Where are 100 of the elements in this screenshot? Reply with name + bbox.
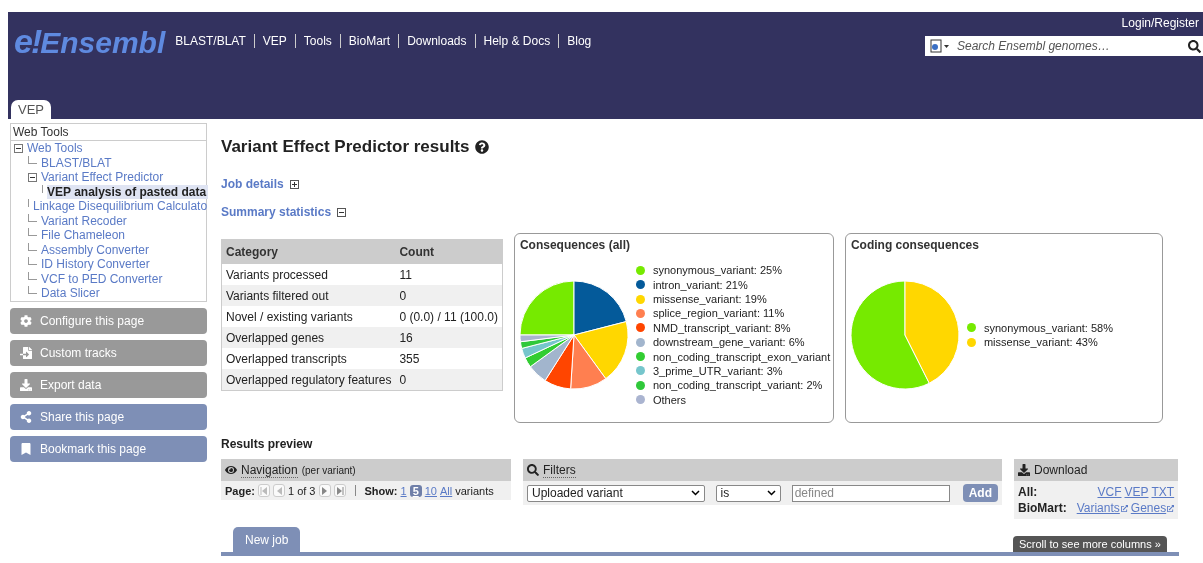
legend-label: NMD_transcript_variant: 8%	[652, 321, 791, 334]
next-page-icon[interactable]	[318, 484, 331, 497]
unit-label: variants	[455, 484, 494, 497]
field-select[interactable]: Uploaded variant	[527, 484, 705, 502]
eye-icon	[225, 464, 237, 476]
species-dropdown-icon[interactable]	[929, 39, 951, 53]
search-icon	[527, 464, 539, 476]
tree-item[interactable]: Assembly Converter	[41, 242, 152, 257]
page-title: Variant Effect Predictor results	[221, 137, 470, 157]
table-cell: 16	[395, 327, 503, 348]
value-field[interactable]: defined	[791, 484, 950, 502]
new-job-button[interactable]: New job	[233, 527, 301, 552]
section-link[interactable]: Job details	[221, 177, 284, 191]
collapse-icon[interactable]	[337, 207, 347, 217]
sidebar-action-button[interactable]: Bookmark this page	[10, 435, 207, 462]
nav-link[interactable]: Blog	[558, 34, 600, 48]
legend-label: non_coding_transcript_exon_variant	[652, 350, 831, 363]
table-cell: Overlapped regulatory features	[221, 369, 396, 391]
table-cell: 0	[395, 285, 503, 306]
legend-label: splice_region_variant: 11%	[652, 307, 785, 320]
section-heading: Results preview	[221, 437, 314, 451]
panel-note: (per variant)	[301, 464, 356, 476]
section-link[interactable]: Summary statistics	[221, 205, 332, 219]
page-size-link[interactable]: 10	[424, 484, 437, 497]
gear-icon	[20, 314, 32, 327]
operator-select[interactable]: is	[715, 484, 781, 502]
column-header: Category	[221, 239, 396, 264]
bookmark-icon	[20, 442, 32, 455]
page-label: Page:	[225, 484, 255, 497]
panel-title: Web Tools	[11, 124, 206, 141]
legend-label: synonymous_variant: 58%	[983, 321, 1113, 334]
legend-label: non_coding_transcript_variant: 2%	[652, 379, 823, 392]
download-icon	[1018, 464, 1030, 476]
share-icon	[20, 410, 32, 423]
page-size-link[interactable]: 1	[400, 484, 407, 497]
page-size-link[interactable]: 5	[409, 484, 422, 497]
table-cell: 0	[395, 369, 503, 391]
nav-link[interactable]: BLAST/BLAT	[175, 34, 254, 48]
download-icon	[20, 378, 32, 391]
page-size-link[interactable]: All	[440, 484, 453, 497]
row-label: BioMart:	[1018, 501, 1067, 515]
tree-item[interactable]: Variant Recoder	[41, 213, 129, 228]
tree-item[interactable]: BLAST/BLAT	[41, 155, 114, 170]
collapse-icon[interactable]	[28, 172, 37, 182]
tree-item[interactable]: Web Tools	[27, 141, 85, 156]
tree-item[interactable]: ID History Converter	[41, 257, 152, 272]
chart-title: Coding consequences	[850, 238, 980, 252]
table-cell: Variants filtered out	[221, 285, 396, 306]
tree-item[interactable]: Data Slicer	[41, 286, 102, 301]
legend-label: downstream_gene_variant: 6%	[652, 336, 805, 349]
legend-label: missense_variant: 19%	[652, 293, 767, 305]
table-cell: Novel / existing variants	[221, 306, 396, 327]
legend-label: missense_variant: 43%	[983, 336, 1098, 349]
expand-icon[interactable]	[289, 179, 299, 189]
page-counter: 1 of 3	[287, 484, 316, 497]
help-icon[interactable]	[475, 140, 490, 154]
table-cell: Overlapped transcripts	[221, 348, 396, 369]
collapse-icon[interactable]	[14, 143, 23, 153]
table-cell: Variants processed	[221, 264, 396, 285]
last-page-icon[interactable]	[333, 484, 346, 497]
panel-title: Download	[1034, 463, 1088, 477]
chevron-down-icon[interactable]	[690, 490, 700, 496]
tree-item[interactable]: Variant Effect Predictor	[41, 170, 166, 185]
nav-link[interactable]: Downloads	[398, 34, 475, 48]
column-header: Count	[395, 239, 503, 264]
tree-item[interactable]: File Chameleon	[41, 228, 128, 243]
nav-link[interactable]: Help & Docs	[474, 34, 559, 48]
ensembl-logo[interactable]: e!Ensembl	[14, 22, 166, 61]
download-link[interactable]: VCF	[1097, 485, 1122, 499]
login-link[interactable]: Login/Register	[1121, 16, 1199, 30]
chevron-down-icon[interactable]	[766, 490, 776, 496]
chart-title: Consequences (all)	[519, 238, 631, 252]
external-link-icon	[1167, 504, 1175, 512]
download-link[interactable]: Genes	[1130, 501, 1175, 515]
nav-link[interactable]: Tools	[294, 34, 340, 48]
table-cell: Overlapped genes	[221, 327, 396, 348]
panel-title: Navigation	[241, 462, 298, 478]
tree-item[interactable]: Linkage Disequilibrium Calculato	[33, 199, 210, 214]
legend-label: intron_variant: 21%	[652, 278, 748, 291]
external-link-icon	[1120, 504, 1128, 512]
tree-item[interactable]: VEP analysis of pasted data	[47, 184, 209, 199]
nav-link[interactable]: BioMart	[339, 34, 399, 48]
legend-label: Others	[652, 393, 686, 406]
tree-item[interactable]: VCF to PED Converter	[41, 271, 165, 286]
download-link[interactable]: TXT	[1151, 485, 1175, 499]
tab[interactable]: VEP	[11, 100, 51, 119]
row-label: All:	[1018, 485, 1039, 499]
search-field[interactable]: Search Ensembl genomes…	[925, 36, 1203, 56]
download-link[interactable]: Variants	[1076, 501, 1128, 515]
search-icon[interactable]	[1188, 39, 1201, 53]
table-cell: 0 (0.0) / 11 (100.0)	[395, 306, 503, 327]
legend-label: synonymous_variant: 25%	[652, 264, 782, 277]
nav-link[interactable]: VEP	[253, 34, 295, 48]
table-cell: 355	[395, 348, 503, 369]
table-cell: 11	[395, 264, 503, 285]
add-button[interactable]: Add	[962, 484, 998, 502]
show-label: Show:	[364, 484, 398, 497]
tooltip: Scroll to see more columns »	[1013, 536, 1167, 552]
download-link[interactable]: VEP	[1124, 485, 1149, 499]
sidebar-action-button[interactable]: Share this page	[10, 403, 207, 430]
